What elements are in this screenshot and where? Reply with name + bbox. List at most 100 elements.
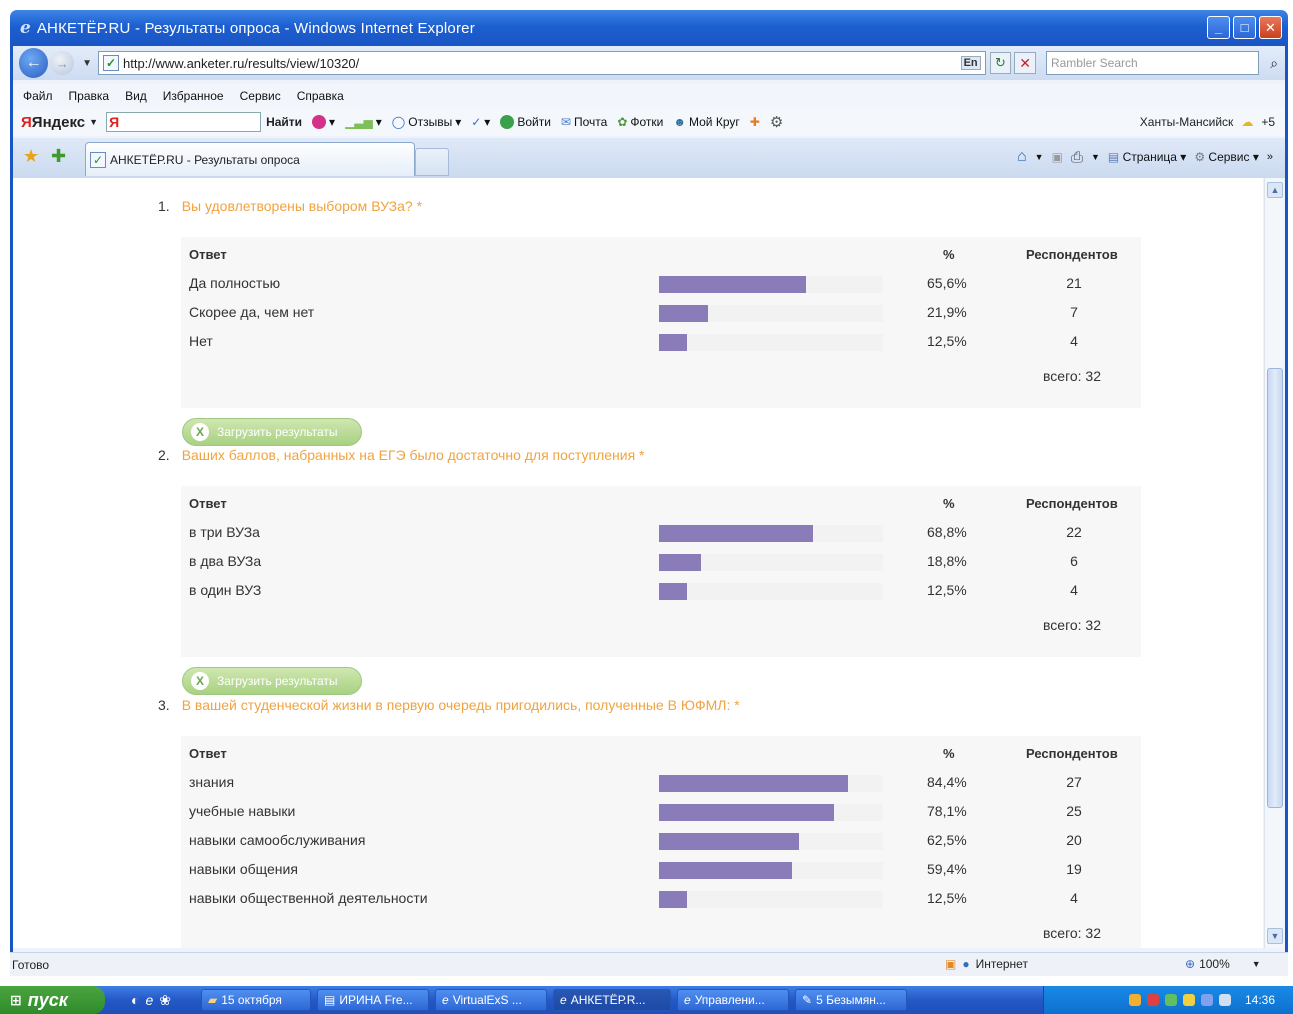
menu-view[interactable]: Вид bbox=[125, 89, 147, 103]
answer-label: знания bbox=[189, 774, 235, 790]
taskbar-item-label: Управлени... bbox=[694, 993, 765, 1007]
download-results-button[interactable]: X Загрузить результаты bbox=[182, 418, 362, 446]
tray-icon-4[interactable] bbox=[1182, 994, 1195, 1006]
tray-icon-1[interactable] bbox=[1128, 994, 1141, 1006]
results-table: Ответ% Респондентов в три ВУЗа 68,8% 22 в два… bbox=[181, 486, 1141, 657]
close-button[interactable]: ✕ bbox=[1259, 16, 1282, 39]
minimize-button[interactable]: _ bbox=[1207, 16, 1230, 39]
menu-file[interactable]: Файл bbox=[23, 89, 53, 103]
tab-page-icon: ✓ bbox=[90, 151, 106, 168]
security-zone[interactable]: ▣ ● Интернет bbox=[945, 957, 1028, 971]
respondent-count: 7 bbox=[1070, 304, 1078, 320]
weather-widget[interactable]: Ханты-Мансийск ☁ +5 bbox=[1140, 115, 1275, 129]
taskbar-item-management[interactable]: e Управлени... bbox=[677, 989, 789, 1011]
url-field[interactable]: ✓ http://www.anketer.ru/results/view/103… bbox=[97, 51, 986, 75]
total-respondents: всего: 32 bbox=[1043, 368, 1102, 384]
result-bar bbox=[659, 305, 709, 322]
new-tab-button[interactable] bbox=[415, 148, 449, 176]
respondent-count: 22 bbox=[1066, 524, 1082, 540]
excel-icon: X bbox=[191, 423, 209, 441]
tools-menu-button[interactable]: ⚙ Сервис ▾ bbox=[1194, 150, 1259, 164]
yandex-logo[interactable]: ЯЯндекс bbox=[21, 114, 85, 131]
tab-anketer[interactable]: ✓ АНКЕТЁР.RU - Результаты опроса bbox=[85, 142, 415, 176]
language-indicator[interactable]: En bbox=[960, 56, 981, 70]
more-chevron-icon[interactable]: » bbox=[1267, 151, 1273, 163]
page-viewport: 1. Вы удовлетворены выбором ВУЗа? * Ответ%… bbox=[13, 178, 1263, 948]
print-icon[interactable]: ⎙ bbox=[1071, 149, 1083, 166]
download-results-button[interactable]: X Загрузить результаты bbox=[182, 667, 362, 695]
yandex-search-input[interactable]: Я bbox=[106, 112, 262, 132]
mycircle-button[interactable]: ☻ Мой Круг bbox=[673, 115, 739, 129]
signal-icon[interactable]: ▁▃▅ ▾ bbox=[345, 115, 382, 129]
yandex-find-button[interactable]: Найти bbox=[266, 115, 302, 129]
start-button[interactable]: ⊞ пуск bbox=[0, 986, 105, 1014]
search-input[interactable]: Rambler Search bbox=[1045, 51, 1260, 75]
menu-help[interactable]: Справка bbox=[297, 89, 344, 103]
quicklaunch-ie-icon[interactable]: e bbox=[145, 992, 153, 1009]
home-icon[interactable]: ⌂ bbox=[1017, 148, 1027, 166]
maximize-button[interactable]: □ bbox=[1233, 16, 1256, 39]
back-button[interactable]: ← bbox=[19, 48, 49, 78]
scroll-thumb[interactable] bbox=[1267, 368, 1283, 808]
history-dropdown[interactable]: ▼ bbox=[82, 58, 92, 69]
percent-value: 78,1% bbox=[927, 803, 967, 819]
answer-label: Скорее да, чем нет bbox=[189, 304, 315, 320]
add-favorites-icon[interactable]: ✚ bbox=[51, 146, 66, 167]
feeds-icon[interactable]: ▣ bbox=[1052, 150, 1063, 164]
favorites-star-icon[interactable]: ★ bbox=[23, 146, 39, 167]
taskbar-item-folder[interactable]: ▰ 15 октября bbox=[201, 989, 311, 1011]
search-icon[interactable]: ⌕ bbox=[1263, 51, 1285, 75]
question-title: 1. Вы удовлетворены выбором ВУЗа? * bbox=[158, 198, 422, 214]
chevron-down-icon[interactable]: ▼ bbox=[89, 117, 98, 127]
city-label: Ханты-Мансийск bbox=[1139, 115, 1234, 129]
mail-button[interactable]: ✉ Почта bbox=[561, 115, 607, 129]
taskbar-item-label: 15 октября bbox=[221, 993, 282, 1007]
table-row: в два ВУЗа 18,8% 6 bbox=[181, 547, 1141, 576]
forward-button[interactable]: → bbox=[50, 51, 75, 75]
column-header-answer: Ответ bbox=[189, 496, 227, 511]
tools-gear-icon: ⚙ bbox=[1194, 150, 1206, 164]
highlight-icon[interactable]: ▾ bbox=[312, 115, 335, 129]
spellcheck-icon[interactable]: ✓ ▾ bbox=[471, 115, 490, 129]
vertical-scrollbar[interactable]: ▲ ▼ bbox=[1264, 178, 1284, 948]
tray-icon-6[interactable] bbox=[1218, 994, 1231, 1006]
table-row: знания 84,4% 27 bbox=[181, 768, 1141, 797]
tray-icon-2[interactable] bbox=[1146, 994, 1159, 1006]
reviews-label: Отзывы bbox=[408, 115, 453, 129]
reviews-button[interactable]: ◯ Отзывы ▾ bbox=[392, 115, 461, 129]
photos-button[interactable]: ✿ Фотки bbox=[617, 115, 663, 129]
gear-icon[interactable]: ⚙ bbox=[770, 113, 783, 131]
taskbar-item-untitled[interactable]: ✎ 5 Безымян... bbox=[795, 989, 907, 1011]
table-row: навыки самообслуживания 62,5% 20 bbox=[181, 826, 1141, 855]
taskbar-item-label: АНКЕТЁР.R... bbox=[570, 993, 646, 1007]
login-button[interactable]: Войти bbox=[500, 115, 551, 129]
taskbar: ⊞ пуск ◐ e ❀ ▰ 15 октября ▤ ИРИНА Fre... e… bbox=[0, 986, 1293, 1014]
clock[interactable]: 14:36 bbox=[1245, 993, 1275, 1007]
scroll-down-button[interactable]: ▼ bbox=[1267, 928, 1283, 944]
excel-icon: X bbox=[191, 672, 209, 690]
quicklaunch-icon-3[interactable]: ❀ bbox=[159, 992, 171, 1009]
menu-edit[interactable]: Правка bbox=[69, 89, 110, 103]
taskbar-item-anketer[interactable]: e АНКЕТЁР.R... bbox=[553, 989, 671, 1011]
addon-icon[interactable]: ✚ bbox=[750, 115, 760, 129]
address-row: ← → ▼ ✓ http://www.anketer.ru/results/vi… bbox=[13, 46, 1285, 80]
question-text: Вы удовлетворены выбором ВУЗа? * bbox=[181, 198, 423, 214]
results-table: Ответ% Респондентов Да полностью 65,6% 21 Ско… bbox=[181, 237, 1141, 408]
menu-favorites[interactable]: Избранное bbox=[163, 89, 224, 103]
tray-icon-5[interactable] bbox=[1200, 994, 1213, 1006]
table-row: навыки общественной деятельности 12,5% 4 bbox=[181, 884, 1141, 913]
quicklaunch-icon-1[interactable]: ◐ bbox=[131, 992, 139, 1009]
menu-tools[interactable]: Сервис bbox=[240, 89, 281, 103]
scroll-up-button[interactable]: ▲ bbox=[1267, 182, 1283, 198]
page-menu-button[interactable]: ▤ Страница ▾ bbox=[1108, 150, 1186, 164]
refresh-icon[interactable]: ↻ bbox=[989, 52, 1012, 74]
respondent-count: 25 bbox=[1066, 803, 1082, 819]
tray-icon-3[interactable] bbox=[1164, 994, 1177, 1006]
taskbar-item-virtualexs[interactable]: e VirtualExS ... bbox=[435, 989, 547, 1011]
zoom-dropdown-icon[interactable]: ▼ bbox=[1252, 959, 1261, 969]
ie-icon: e bbox=[560, 993, 567, 1007]
taskbar-item-irina[interactable]: ▤ ИРИНА Fre... bbox=[317, 989, 429, 1011]
yandex-input-value: Я bbox=[109, 114, 120, 130]
stop-icon[interactable]: ✕ bbox=[1014, 52, 1036, 74]
zoom-control[interactable]: ⊕ 100% ▼ bbox=[1185, 957, 1261, 971]
